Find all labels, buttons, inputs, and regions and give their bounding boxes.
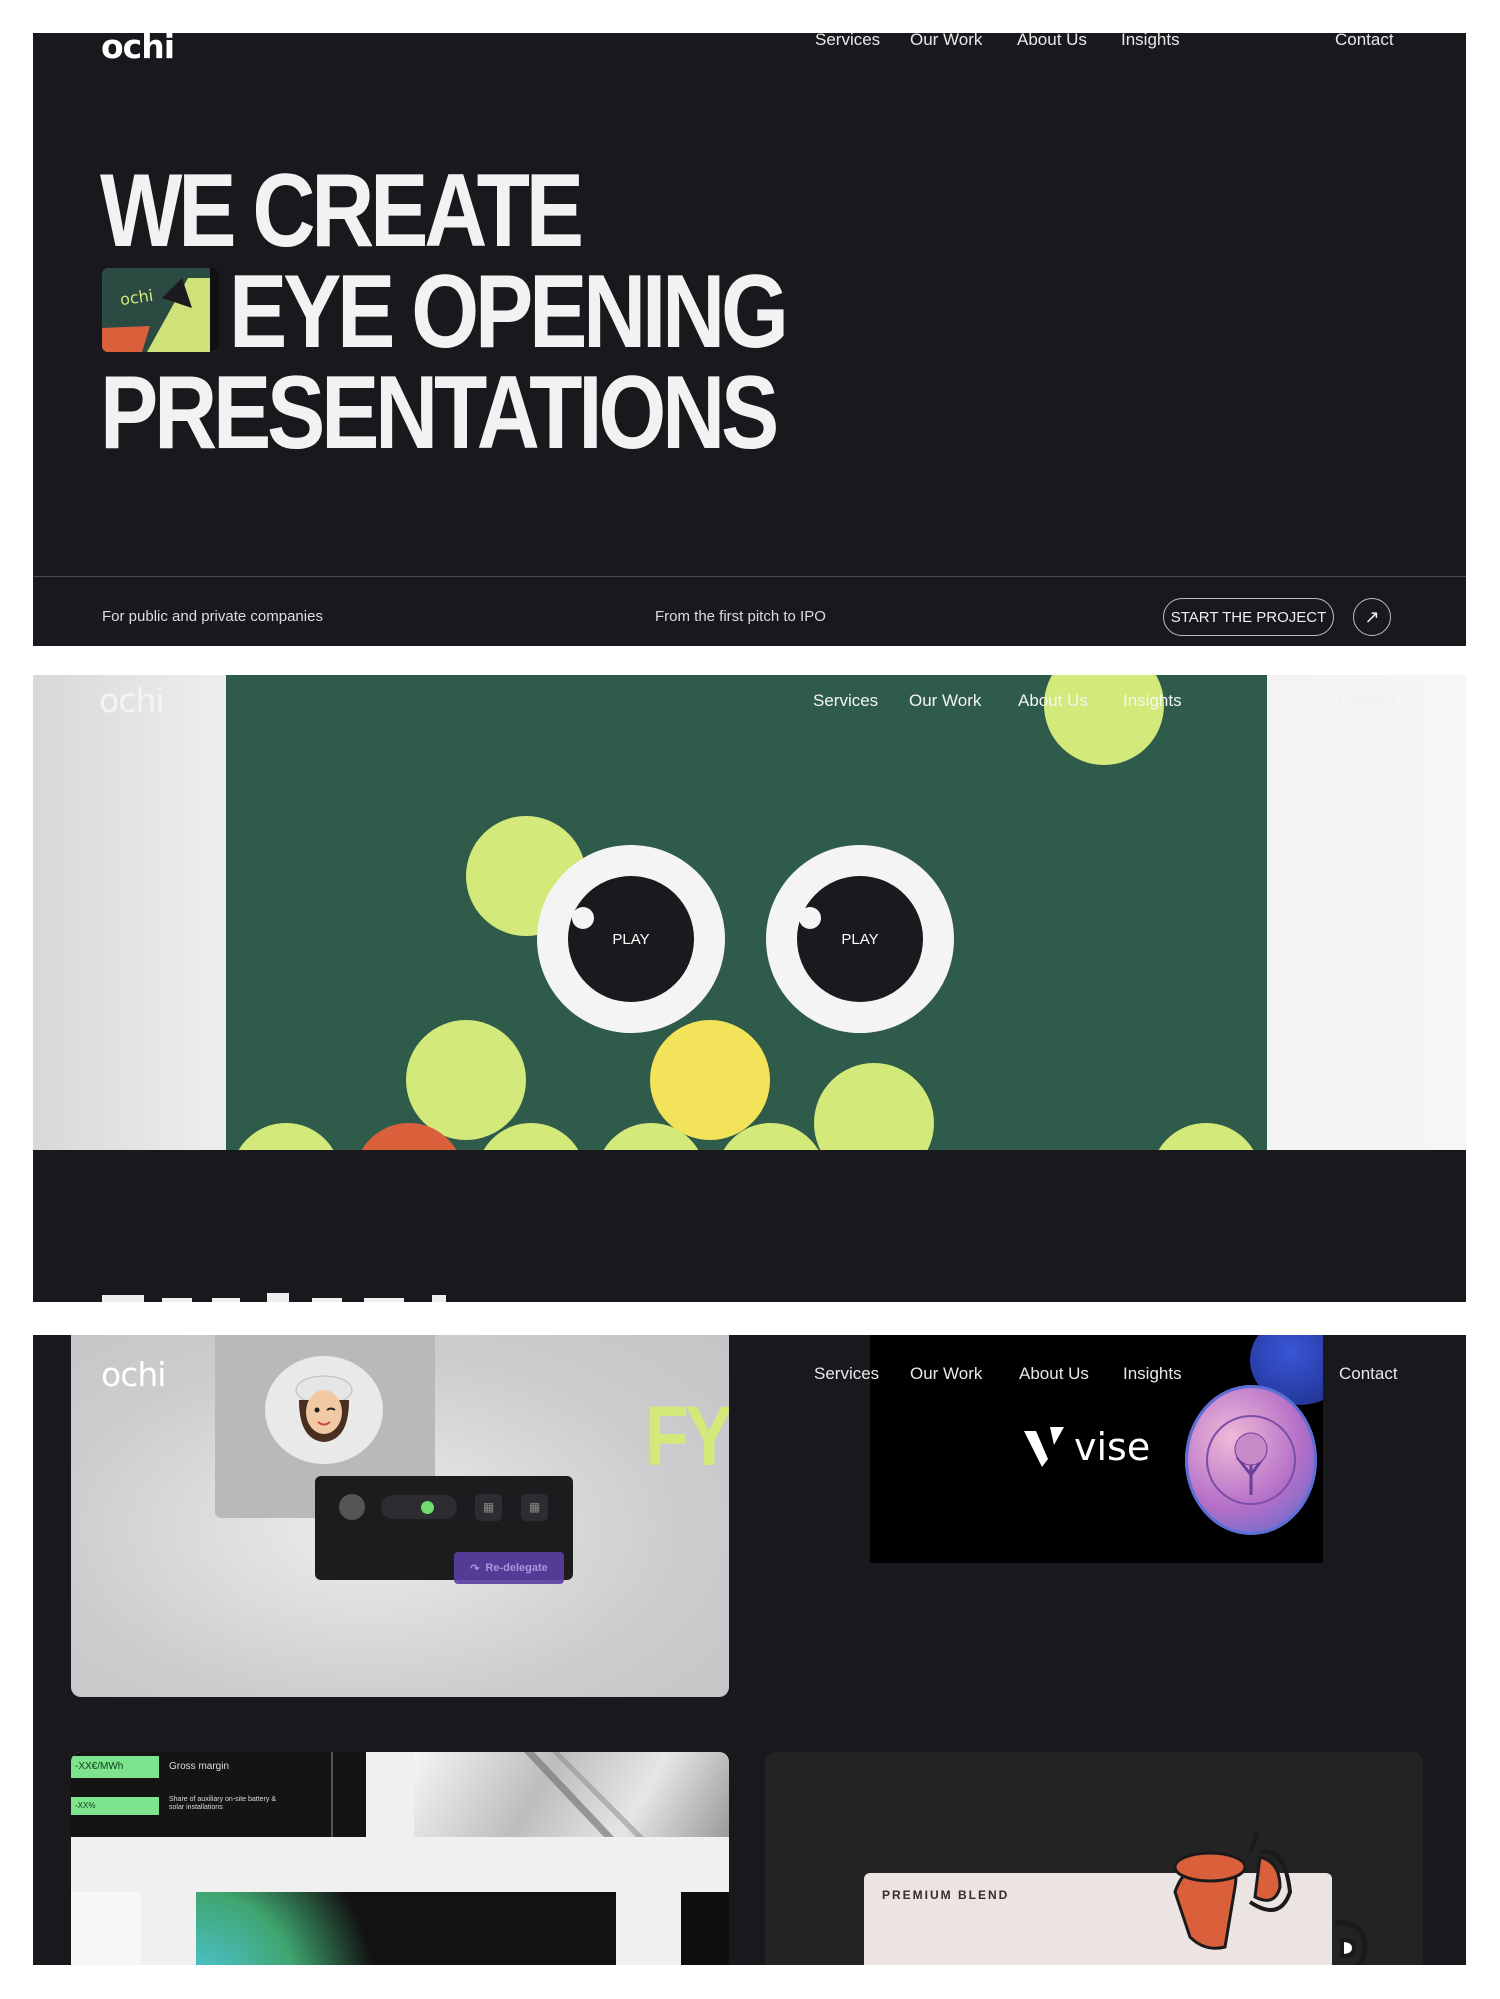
redelegate-arrow-icon: ↷	[470, 1562, 480, 1575]
arrow-up-right-icon: ↗	[1364, 606, 1380, 627]
right-eye-glint	[799, 907, 821, 929]
fyn-icon-button[interactable]: ▦	[521, 1494, 548, 1521]
nav-services[interactable]: Services	[815, 33, 880, 50]
ochi-logo[interactable]: ochi	[101, 33, 175, 66]
redelegate-label: Re-delegate	[485, 1562, 548, 1574]
subbar-left-text: For public and private companies	[102, 608, 323, 625]
nav-contact[interactable]: Contact	[1338, 691, 1397, 711]
energy-turbine-photo	[414, 1752, 729, 1837]
vise-logo: vise	[1024, 1425, 1150, 1469]
premium-blend-label: PREMIUM BLEND	[882, 1888, 1010, 1902]
nav-about-us[interactable]: About Us	[1017, 33, 1087, 50]
metric-1-badge: -XX€/MWh	[71, 1756, 159, 1778]
hero-title-line-2: EYE OPENING	[229, 254, 789, 370]
eyes-panel: PLAY PLAY ochi Services Our Work About U…	[33, 675, 1466, 1150]
ochi-logo[interactable]: ochi	[101, 1355, 166, 1394]
right-eye[interactable]: PLAY	[766, 845, 954, 1033]
nav-insights[interactable]: Insights	[1121, 33, 1180, 50]
fyn-control-bar: ▦ ▦ ↷ Re-delegate	[315, 1476, 573, 1584]
lime-dot	[1044, 675, 1164, 765]
projects-panel: ▦ ▦ ↷ Re-delegate FYn vise	[33, 1335, 1466, 1965]
nav-services[interactable]: Services	[813, 691, 878, 711]
project-card-energy[interactable]: -XX€/MWh Gross margin -XX% Share of auxi…	[71, 1752, 729, 1965]
lime-dot	[1151, 1123, 1261, 1150]
metric-1-label: Gross margin	[169, 1761, 230, 1772]
project-card-fyn[interactable]: ▦ ▦ ↷ Re-delegate FYn	[71, 1335, 729, 1697]
nav-about-us[interactable]: About Us	[1018, 691, 1088, 711]
vise-logo-mark-icon	[1024, 1427, 1064, 1467]
nav-our-work[interactable]: Our Work	[910, 1364, 982, 1384]
vise-logo-text: vise	[1074, 1425, 1151, 1469]
fyn-brand-text: FYn	[645, 1394, 729, 1478]
subbar-middle-text: From the first pitch to IPO	[655, 608, 826, 625]
fyn-icon-button[interactable]: ▦	[475, 1494, 502, 1521]
lime-dot	[814, 1063, 934, 1150]
hero-title-line-1: WE CREATE	[100, 153, 584, 269]
avatar	[265, 1356, 383, 1464]
hero-panel: ochi Services Our Work About Us Insights…	[33, 33, 1466, 646]
redelegate-button[interactable]: ↷ Re-delegate	[454, 1552, 564, 1584]
energy-gradient-blob	[196, 1892, 396, 1965]
energy-dark-header: -XX€/MWh Gross margin -XX% Share of auxi…	[71, 1752, 366, 1837]
nav-our-work[interactable]: Our Work	[910, 33, 982, 50]
right-eye-play-label: PLAY	[841, 930, 879, 948]
ochi-logo[interactable]: ochi	[99, 681, 164, 720]
left-eye-play-label: PLAY	[612, 930, 650, 948]
fyn-brand-fy: FY	[645, 1389, 729, 1483]
left-eye-glint	[572, 907, 594, 929]
hero-title-line-3: PRESENTATIONS	[100, 355, 779, 471]
right-eye-pupil[interactable]: PLAY	[797, 876, 923, 1002]
metric-2-badge: -XX%	[71, 1797, 159, 1815]
partial-heading-strip	[102, 1293, 542, 1302]
start-project-arrow-button[interactable]: ↗	[1353, 598, 1391, 636]
nav-insights[interactable]: Insights	[1123, 691, 1182, 711]
eyes-green-board: PLAY PLAY	[226, 675, 1267, 1150]
energy-dark-block	[196, 1892, 616, 1965]
nav-contact[interactable]: Contact	[1339, 1364, 1398, 1384]
avatar-face-icon	[295, 1375, 353, 1442]
nav-our-work[interactable]: Our Work	[909, 691, 981, 711]
left-eye-pupil[interactable]: PLAY	[568, 876, 694, 1002]
nav-contact[interactable]: Contact	[1335, 33, 1394, 50]
hero-thumbnail-image: ochi	[102, 268, 219, 352]
left-eye[interactable]: PLAY	[537, 845, 725, 1033]
project-card-premium-blend[interactable]: PREMIUM BLEND	[765, 1752, 1423, 1965]
lime-dot	[231, 1123, 341, 1150]
nav-insights[interactable]: Insights	[1123, 1364, 1182, 1384]
lime-dot	[406, 1020, 526, 1140]
dark-transition-band	[33, 1150, 1466, 1302]
start-project-button[interactable]: START THE PROJECT	[1163, 598, 1334, 636]
coin-front-image	[1185, 1385, 1317, 1535]
metric-2-label: Share of auxiliary on-site battery & sol…	[169, 1796, 276, 1812]
fyn-toggle[interactable]	[381, 1495, 457, 1519]
nav-services[interactable]: Services	[814, 1364, 879, 1384]
yellow-dot	[650, 1020, 770, 1140]
nav-about-us[interactable]: About Us	[1019, 1364, 1089, 1384]
hero-divider	[33, 576, 1466, 577]
fyn-control-dot	[339, 1494, 365, 1520]
coffee-cup-illustration	[1173, 1832, 1368, 1965]
